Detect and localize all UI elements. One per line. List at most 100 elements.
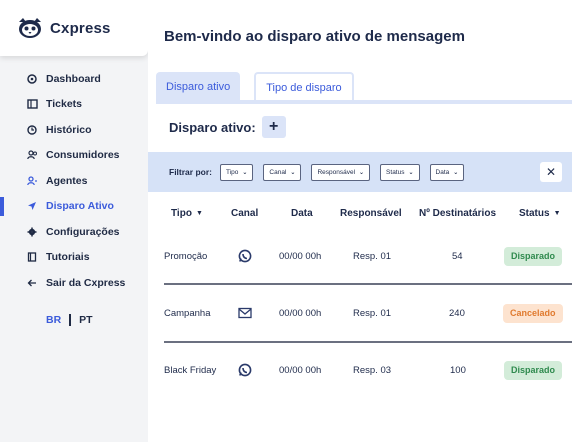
sidebar-item-label: Configurações: [46, 225, 120, 238]
cell-destinatarios: 54: [452, 250, 463, 262]
filter-bar: Filtrar por: Tipo ⌄ Canal ⌄ Responsável ⌄ S…: [148, 152, 572, 192]
filter-option-label: Canal: [269, 168, 287, 176]
row-divider: [164, 283, 572, 285]
brand-name: Cxpress: [50, 19, 111, 37]
ticket-icon: [26, 98, 38, 110]
disparo-header: Disparo ativo: +: [169, 116, 286, 138]
sidebar-item-disparo-ativo[interactable]: Disparo Ativo: [0, 194, 148, 220]
logo-card[interactable]: Cxpress: [0, 0, 148, 56]
header-responsavel: Responsável: [340, 208, 402, 219]
send-icon: [26, 200, 38, 212]
filter-status-select[interactable]: Status ⌄: [380, 163, 420, 181]
header-tipo[interactable]: Tipo ▼: [171, 208, 203, 219]
sidebar-item-label: Tutoriais: [46, 251, 90, 264]
filter-responsavel-select[interactable]: Responsável ⌄: [311, 163, 371, 181]
agent-icon: [26, 175, 38, 187]
header-status[interactable]: Status ▼: [519, 208, 561, 219]
dashboard-icon: [26, 73, 38, 85]
logo-icon: [16, 17, 44, 39]
chevron-down-icon: ⌄: [359, 169, 365, 176]
arrow-left-icon: [26, 277, 38, 289]
close-filter-button[interactable]: ✕: [540, 162, 562, 182]
cell-destinatarios: 240: [449, 307, 465, 319]
cell-responsavel: Resp. 01: [353, 250, 392, 262]
page-title: Bem-vindo ao disparo ativo de mensagem: [164, 28, 465, 45]
sidebar-item-label: Tickets: [46, 98, 82, 111]
filter-canal-select[interactable]: Canal ⌄: [263, 163, 302, 181]
sidebar-item-label: Histórico: [46, 123, 92, 136]
status-badge-label: Disparado: [504, 246, 563, 266]
filter-option-label: Responsável: [317, 168, 356, 176]
status-badge-label: Disparado: [504, 360, 563, 380]
status-badge: Disparado: [504, 241, 563, 271]
sidebar-item-sair[interactable]: Sair da Cxpress: [0, 270, 148, 296]
cell-data: 00/00 00h: [279, 364, 322, 376]
table-row[interactable]: Promoção 00/00 00h Resp. 01 54 Disparado: [148, 241, 572, 271]
chevron-down-icon: ⌄: [290, 169, 296, 176]
whatsapp-icon: [238, 241, 252, 271]
sidebar: Cxpress Dashboard Tickets Histórico Cons…: [0, 0, 148, 442]
header-label: Tipo: [171, 208, 192, 219]
gear-icon: [26, 226, 38, 238]
cell-data: 00/00 00h: [279, 250, 322, 262]
cell-tipo: Campanha: [164, 307, 211, 319]
filter-label: Filtrar por:: [169, 167, 212, 177]
lang-divider: [69, 314, 72, 326]
filter-option-label: Tipo: [225, 168, 239, 176]
tab-bar: Disparo ativo Tipo de disparo: [156, 72, 354, 101]
sidebar-item-tutoriais[interactable]: Tutoriais: [0, 245, 148, 271]
tab-disparo-ativo[interactable]: Disparo ativo: [156, 72, 241, 101]
sidebar-item-label: Agentes: [46, 174, 88, 187]
chevron-down-icon: ▼: [553, 210, 561, 217]
header-canal: Canal: [231, 208, 259, 219]
sidebar-item-label: Disparo Ativo: [46, 200, 114, 213]
filter-option-label: Status: [386, 168, 405, 176]
chevron-down-icon: ⌄: [408, 169, 414, 176]
status-badge: Disparado: [504, 355, 563, 385]
table-row[interactable]: Campanha 00/00 00h Resp. 01 240 Cancelad…: [148, 298, 572, 328]
status-badge: Cancelado: [503, 298, 563, 328]
filter-tipo-select[interactable]: Tipo ⌄: [219, 163, 254, 181]
header-label: Status: [519, 208, 550, 219]
sidebar-item-label: Dashboard: [46, 72, 101, 85]
lang-br[interactable]: BR: [46, 314, 61, 326]
cell-data: 00/00 00h: [279, 307, 322, 319]
sidebar-item-historico[interactable]: Histórico: [0, 117, 148, 143]
chevron-down-icon: ⌄: [453, 169, 459, 176]
sidebar-item-consumidores[interactable]: Consumidores: [0, 143, 148, 169]
cell-tipo: Promoção: [164, 250, 208, 262]
add-disparo-button[interactable]: +: [261, 116, 286, 138]
tab-tipo-disparo[interactable]: Tipo de disparo: [254, 72, 354, 101]
sidebar-item-tickets[interactable]: Tickets: [0, 92, 148, 118]
chevron-down-icon: ▼: [195, 210, 203, 217]
sidebar-nav: Dashboard Tickets Histórico Consumidores…: [0, 66, 148, 296]
main-panel: Bem-vindo ao disparo ativo de mensagem D…: [148, 0, 572, 442]
chevron-down-icon: ⌄: [242, 169, 248, 176]
email-icon: [238, 298, 252, 328]
language-switcher: BR PT: [46, 314, 93, 326]
disparo-label: Disparo ativo:: [169, 119, 256, 135]
history-icon: [26, 124, 38, 136]
sidebar-item-dashboard[interactable]: Dashboard: [0, 66, 148, 92]
cell-responsavel: Resp. 03: [353, 364, 392, 376]
sidebar-item-configuracoes[interactable]: Configurações: [0, 219, 148, 245]
table-header: Tipo ▼ Canal Data Responsável Nº Destinat…: [148, 208, 572, 224]
header-data: Data: [291, 208, 313, 219]
cell-destinatarios: 100: [450, 364, 466, 376]
row-divider: [164, 341, 572, 343]
cell-tipo: Black Friday: [164, 364, 217, 376]
filter-data-select[interactable]: Data ⌄: [429, 163, 465, 181]
cell-responsavel: Resp. 01: [353, 307, 392, 319]
whatsapp-icon: [238, 355, 252, 385]
table-row[interactable]: Black Friday 00/00 00h Resp. 03 100 Disp…: [148, 355, 572, 385]
tab-underline: [156, 100, 572, 104]
lang-pt[interactable]: PT: [79, 314, 92, 326]
sidebar-item-agentes[interactable]: Agentes: [0, 168, 148, 194]
sidebar-item-label: Sair da Cxpress: [46, 276, 126, 289]
users-icon: [26, 149, 38, 161]
status-badge-label: Cancelado: [503, 303, 563, 323]
book-icon: [26, 251, 38, 263]
header-destinatarios: Nº Destinatários: [419, 208, 497, 219]
sidebar-item-label: Consumidores: [46, 149, 120, 162]
filter-option-label: Data: [435, 168, 450, 176]
